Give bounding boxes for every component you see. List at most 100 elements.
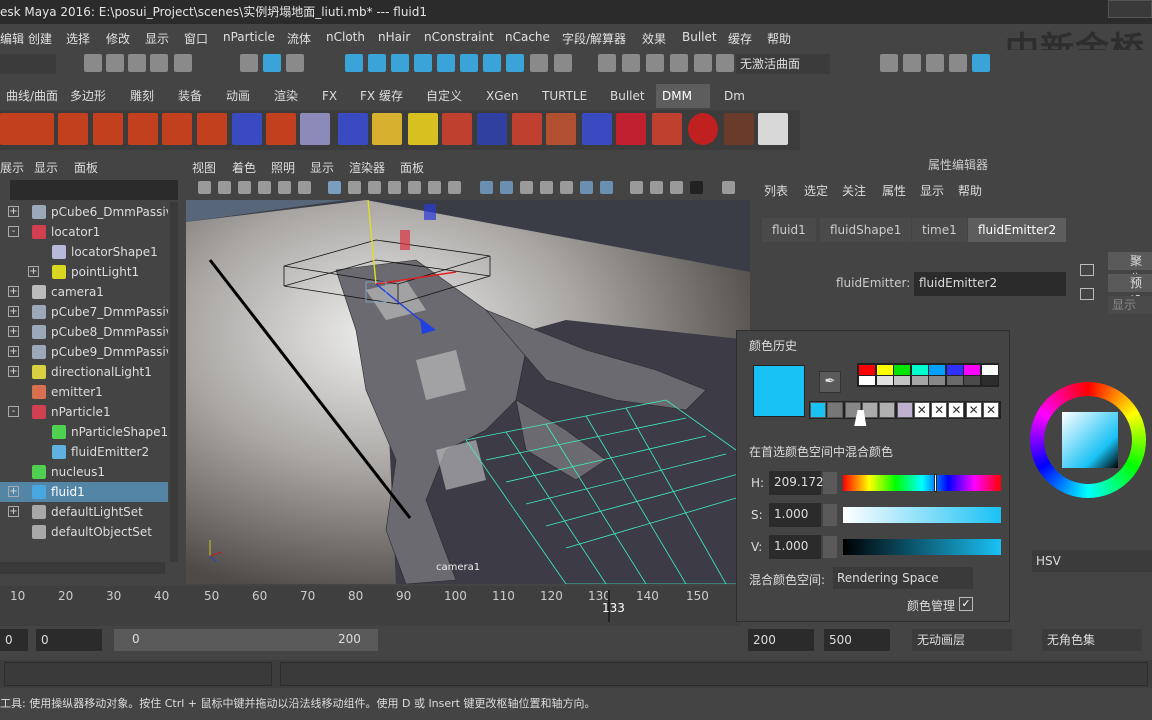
lock-icon[interactable] [530, 54, 548, 72]
outliner-item[interactable]: nParticleShape1 [0, 422, 168, 442]
history-icon-2[interactable] [622, 54, 640, 72]
menu-edit[interactable]: 编辑 [0, 30, 24, 47]
shelf-tab-fx[interactable]: FX [316, 84, 343, 108]
menu-set-dropdown[interactable] [0, 54, 56, 74]
ae-menu-help[interactable]: 帮助 [958, 182, 982, 199]
camera-attributes-icon[interactable] [218, 181, 231, 194]
menu-nhair[interactable]: nHair [378, 30, 410, 44]
value-slider[interactable] [843, 539, 1001, 555]
outliner-item[interactable]: locatorShape1 [0, 242, 168, 262]
table-shelf-icon[interactable] [758, 113, 788, 145]
snap-grid-icon[interactable] [345, 54, 363, 72]
viewport-menu-lighting[interactable]: 照明 [271, 159, 295, 176]
shelf-tab-custom[interactable]: 自定义 [420, 84, 468, 108]
color-management-checkbox[interactable]: ✓ [959, 597, 973, 611]
dmm-shelf-icon-9[interactable] [266, 113, 296, 145]
palette-swatch[interactable] [929, 376, 945, 385]
shelf-tab-turtle[interactable]: TURTLE [536, 84, 593, 108]
ae-menu-focus[interactable]: 关注 [842, 182, 866, 199]
hue-spinner[interactable] [823, 472, 837, 494]
viewport-menu-panels[interactable]: 面板 [400, 159, 424, 176]
outliner-vertical-scrollbar[interactable] [170, 202, 178, 562]
safe-action-icon[interactable] [428, 181, 441, 194]
hue-slider[interactable] [843, 474, 1001, 492]
palette-swatch[interactable] [894, 365, 910, 375]
palette-swatch[interactable] [946, 376, 963, 385]
shelf-tab-rigging[interactable]: 装备 [172, 84, 208, 108]
history-icon-6[interactable] [716, 54, 734, 72]
xray-icon[interactable] [722, 181, 735, 194]
shelf-tab-curves-surfaces[interactable]: 曲线/曲面 [0, 84, 64, 108]
open-scene-icon[interactable] [106, 54, 124, 72]
viewport-menu-show[interactable]: 显示 [310, 159, 334, 176]
playback-start-field[interactable]: 0 [36, 629, 102, 651]
expand-icon[interactable]: + [8, 306, 19, 317]
point-light-gizmo[interactable] [424, 204, 436, 220]
menu-effects[interactable]: 效果 [642, 30, 666, 47]
history-swatch[interactable] [827, 402, 844, 418]
outliner-item[interactable]: + fluid1 [0, 482, 168, 502]
tab-time1[interactable]: time1 [912, 218, 967, 242]
expand-icon[interactable]: + [8, 366, 19, 377]
menu-nconstraint[interactable]: nConstraint [424, 30, 494, 44]
dmm-shelf-icon-7[interactable] [197, 113, 227, 145]
palette-swatch[interactable] [964, 376, 980, 385]
saturation-slider[interactable] [843, 507, 1001, 523]
history-swatch[interactable]: ✕ [913, 402, 930, 418]
gate-mask-icon[interactable] [388, 181, 401, 194]
dmm-shelf-icon-4[interactable] [93, 113, 123, 145]
redo-icon[interactable] [174, 54, 192, 72]
palette-swatch[interactable] [981, 376, 998, 385]
dmm-shelf-icon-15[interactable] [477, 113, 507, 145]
menu-select[interactable]: 选择 [66, 30, 90, 47]
outliner-item[interactable]: + pCube7_DmmPassiv [0, 302, 168, 322]
shelf-tab-rendering[interactable]: 渲染 [268, 84, 304, 108]
playback-end-field[interactable]: 200 [748, 629, 814, 651]
shelf-tab-bullet[interactable]: Bullet [604, 84, 651, 108]
dmm-shelf-icon-10[interactable] [300, 113, 330, 145]
outliner-item[interactable]: nucleus1 [0, 462, 168, 482]
outliner-item[interactable]: + pCube6_DmmPassiv [0, 202, 168, 222]
render-settings-icon[interactable] [949, 54, 967, 72]
wireframe-on-shaded-icon[interactable] [520, 181, 533, 194]
ambient-occlusion-icon[interactable] [600, 181, 613, 194]
motion-blur-icon[interactable] [630, 181, 643, 194]
resolution-gate-icon[interactable] [368, 181, 381, 194]
hue-slider-handle[interactable] [934, 474, 937, 492]
history-icon-1[interactable] [598, 54, 616, 72]
outliner-menu-display[interactable]: 显示 [34, 159, 58, 176]
dmm-shelf-icon-3[interactable] [58, 113, 88, 145]
character-set-dropdown[interactable]: 无角色集 [1042, 629, 1142, 651]
menu-bullet[interactable]: Bullet [682, 30, 717, 44]
palette-swatch[interactable] [859, 376, 875, 385]
range-slider[interactable]: 0 200 [114, 629, 378, 651]
collapse-icon[interactable]: - [8, 226, 19, 237]
dmm-shelf-icon-5[interactable] [128, 113, 158, 145]
outliner-item[interactable]: + camera1 [0, 282, 168, 302]
snap-curve-icon[interactable] [368, 54, 386, 72]
tab-fluidemitter2[interactable]: fluidEmitter2 [968, 218, 1067, 242]
two-d-pan-icon[interactable] [278, 181, 291, 194]
palette-swatch[interactable] [859, 365, 875, 375]
use-all-lights-icon[interactable] [560, 181, 573, 194]
snap-icon-b[interactable] [483, 54, 501, 72]
outliner-menu-panels[interactable]: 面板 [74, 159, 98, 176]
hypershade-icon[interactable] [972, 54, 990, 72]
safe-title-icon[interactable] [448, 181, 461, 194]
history-swatch[interactable]: ✕ [948, 402, 965, 418]
dmm-shelf-icon-17[interactable] [546, 113, 576, 145]
hue-field[interactable]: 209.172 [769, 471, 824, 495]
grease-pencil-icon[interactable] [298, 181, 311, 194]
snap-icon-a[interactable] [460, 54, 478, 72]
menu-ncache[interactable]: nCache [505, 30, 550, 44]
outliner-item[interactable]: emitter1 [0, 382, 168, 402]
current-color-swatch[interactable] [753, 365, 805, 417]
dmm-shelf-icon-16[interactable] [512, 113, 542, 145]
saturation-spinner[interactable] [823, 504, 837, 526]
palette-swatch[interactable] [911, 376, 928, 385]
locator-gizmo[interactable] [400, 230, 410, 250]
shelf-tab-fx-caching[interactable]: FX 缓存 [354, 84, 409, 108]
symmetry-icon[interactable] [554, 54, 572, 72]
dmm-shelf-icon-2[interactable] [24, 113, 54, 145]
color-mode-dropdown[interactable]: HSV [1032, 550, 1152, 572]
